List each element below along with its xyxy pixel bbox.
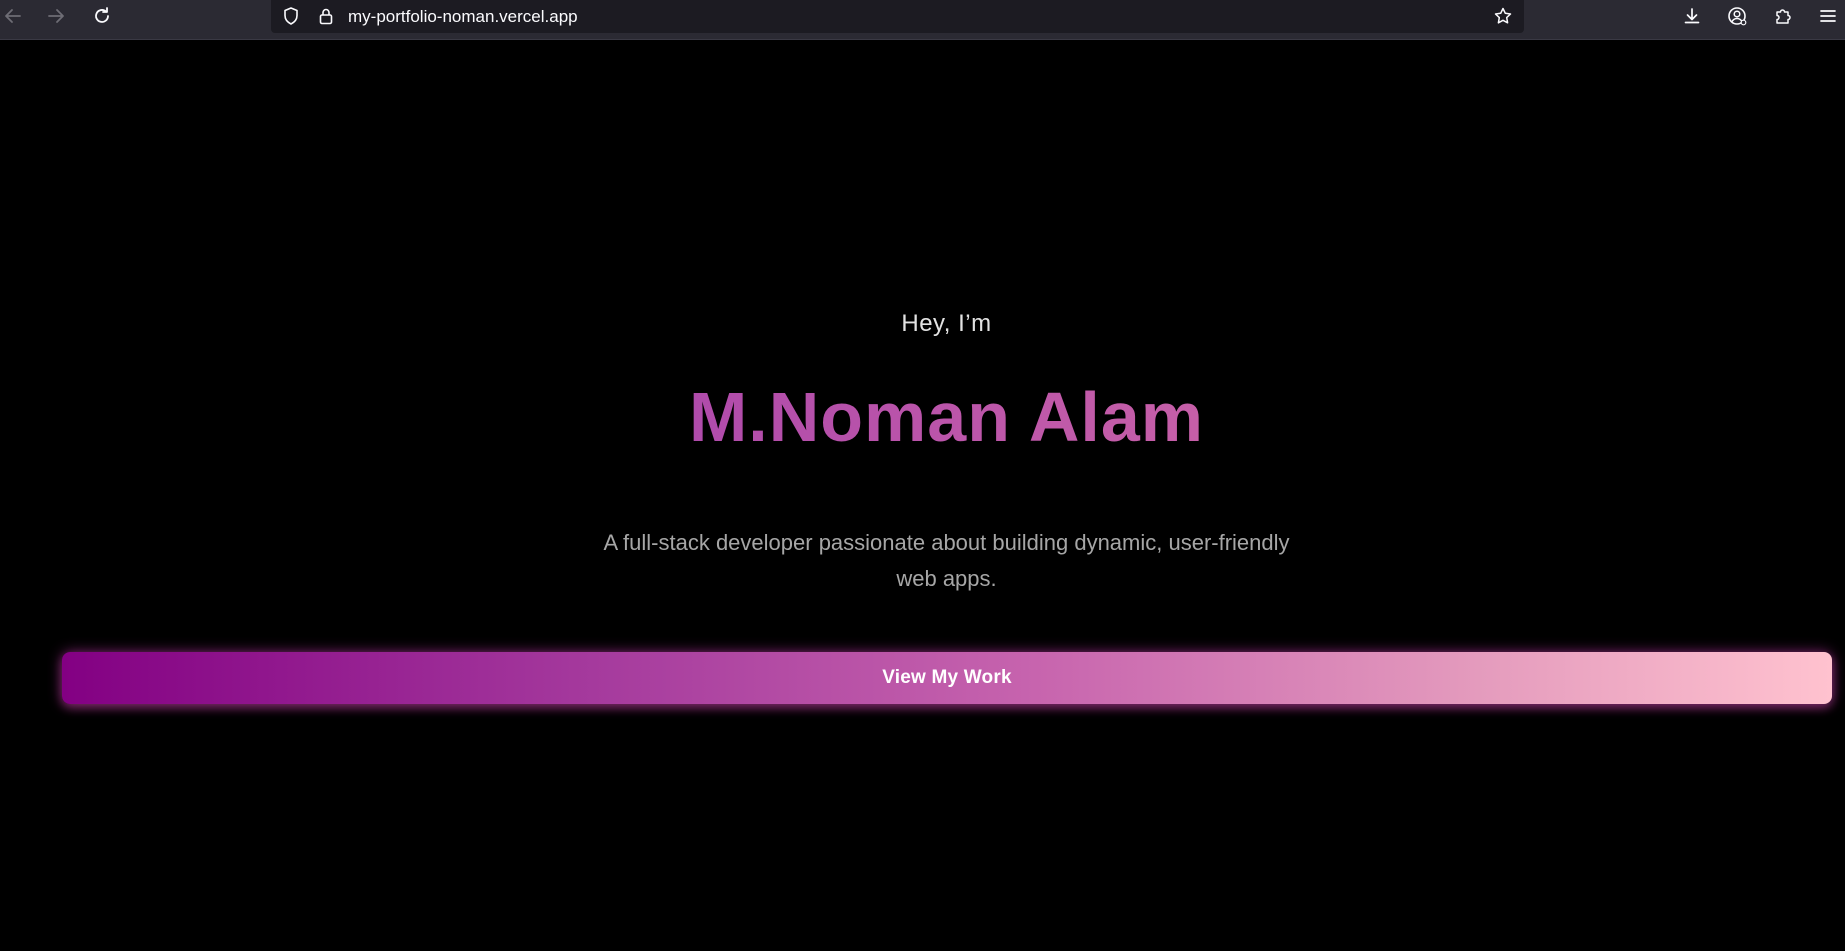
hero-name-heading: M.Noman Alam — [0, 377, 1845, 458]
browser-toolbar: my-portfolio-noman.vercel.app — [0, 0, 1845, 40]
hamburger-menu-icon[interactable] — [1815, 3, 1841, 29]
download-icon[interactable] — [1679, 3, 1705, 29]
reload-icon[interactable] — [89, 3, 115, 29]
account-icon[interactable] — [1724, 3, 1750, 29]
view-my-work-button[interactable]: View My Work — [62, 652, 1832, 704]
puzzle-extensions-icon[interactable] — [1770, 3, 1796, 29]
forward-arrow-icon[interactable] — [43, 3, 69, 29]
lock-icon[interactable] — [314, 4, 338, 28]
view-my-work-label: View My Work — [882, 667, 1012, 688]
address-bar[interactable]: my-portfolio-noman.vercel.app — [271, 0, 1524, 33]
hero-tagline: A full-stack developer passionate about … — [603, 530, 1290, 591]
url-text[interactable]: my-portfolio-noman.vercel.app — [348, 7, 578, 27]
hero-name-text: M.Noman Alam — [688, 378, 1205, 456]
tracking-protection-shield-icon[interactable] — [279, 4, 303, 28]
star-bookmark-icon[interactable] — [1491, 4, 1515, 28]
hero-greeting: Hey, I’m — [901, 310, 992, 337]
portfolio-page: Hey, I’m M.Noman Alam A full-stack devel… — [0, 40, 1845, 951]
back-arrow-icon[interactable] — [0, 3, 26, 29]
